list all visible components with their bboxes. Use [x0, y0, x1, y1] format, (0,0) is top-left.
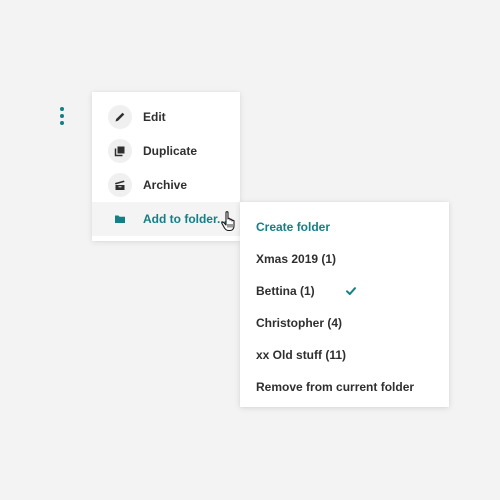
- folder-item[interactable]: xx Old stuff (11): [240, 339, 449, 371]
- menu-item-add-to-folder[interactable]: Add to folder...: [92, 202, 240, 236]
- folder-submenu: Create folder Xmas 2019 (1) Bettina (1) …: [240, 202, 449, 407]
- menu-item-edit[interactable]: Edit: [92, 100, 240, 134]
- canvas: Edit Duplicate Archive Add to folder... …: [0, 0, 500, 500]
- context-menu: Edit Duplicate Archive Add to folder...: [92, 92, 240, 241]
- remove-from-folder-button[interactable]: Remove from current folder: [240, 371, 449, 403]
- duplicate-icon: [108, 139, 132, 163]
- folder-item-label: Bettina (1): [256, 284, 315, 298]
- folder-item[interactable]: Xmas 2019 (1): [240, 243, 449, 275]
- pencil-icon: [108, 105, 132, 129]
- checkmark-icon: [346, 287, 356, 295]
- folder-icon: [108, 207, 132, 231]
- folder-item[interactable]: Christopher (4): [240, 307, 449, 339]
- folder-item[interactable]: Bettina (1): [240, 275, 449, 307]
- folder-item-label: Christopher (4): [256, 316, 343, 330]
- menu-item-label: Archive: [143, 178, 188, 192]
- remove-from-folder-label: Remove from current folder: [256, 380, 415, 394]
- folder-item-label: xx Old stuff (11): [256, 348, 347, 362]
- menu-item-label: Edit: [143, 110, 166, 124]
- archive-icon: [108, 173, 132, 197]
- folder-item-label: Xmas 2019 (1): [256, 252, 337, 266]
- menu-item-label: Add to folder...: [143, 212, 227, 226]
- menu-item-duplicate[interactable]: Duplicate: [92, 134, 240, 168]
- hand-pointer-icon: [220, 210, 238, 232]
- create-folder-button[interactable]: Create folder: [240, 211, 449, 243]
- more-vertical-icon[interactable]: [55, 104, 69, 128]
- menu-item-archive[interactable]: Archive: [92, 168, 240, 202]
- menu-item-label: Duplicate: [143, 144, 198, 158]
- create-folder-label: Create folder: [256, 220, 331, 234]
